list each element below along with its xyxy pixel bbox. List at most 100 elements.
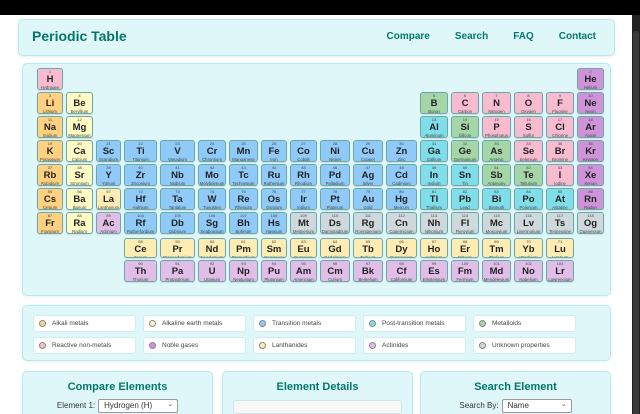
element-cell-rn[interactable]: 86 Rn Radon [577, 188, 604, 210]
element-cell-fm[interactable]: 100 Fm Fermium [451, 260, 479, 282]
element-cell-yb[interactable]: 70 Yb Ytterbium [514, 238, 543, 258]
element-cell-si[interactable]: 14 Si Silicon [451, 116, 479, 138]
element-cell-zr[interactable]: 40 Zr Zirconium [124, 164, 157, 186]
element-cell-th[interactable]: 90 Th Thorium [124, 260, 157, 282]
element-cell-la[interactable]: 57 La Lanthanum [96, 188, 121, 210]
element-cell-db[interactable]: 105 Db Dubnium [160, 212, 195, 234]
element-cell-cr[interactable]: 24 Cr Chromium [198, 140, 226, 162]
element-cell-cn[interactable]: 112 Cn Copernicium [386, 212, 417, 234]
element-cell-xe[interactable]: 54 Xe Xenon [577, 164, 604, 186]
nav-search[interactable]: Search [455, 31, 488, 42]
element-cell-nh[interactable]: 113 Nh Nihonium [420, 212, 448, 234]
legend-item-noble[interactable]: Noble gases [143, 337, 246, 354]
element-cell-fe[interactable]: 26 Fe Iron [261, 140, 287, 162]
element-cell-u[interactable]: 92 U Uranium [198, 260, 226, 282]
element-cell-lv[interactable]: 116 Lv Livermorium [514, 212, 543, 234]
element-cell-pm[interactable]: 61 Pm Promethium [229, 238, 258, 258]
element-cell-po[interactable]: 84 Po Polonium [514, 188, 543, 210]
element-cell-sr[interactable]: 38 Sr Strontium [66, 164, 93, 186]
element-cell-hf[interactable]: 72 Hf Hafnium [124, 188, 157, 210]
element-cell-lu[interactable]: 71 Lu Lutetium [546, 238, 574, 258]
element-cell-ir[interactable]: 77 Ir Iridium [290, 188, 317, 210]
legend-item-alkaline[interactable]: Alkaline earth metals [143, 315, 246, 332]
element-cell-og[interactable]: 118 Og Oganesson [577, 212, 604, 234]
element-cell-sb[interactable]: 51 Sb Antimony [482, 164, 511, 186]
legend-item-post[interactable]: Post-transition metals [363, 315, 466, 332]
element-cell-tl[interactable]: 81 Tl Thallium [420, 188, 448, 210]
element-cell-co[interactable]: 27 Co Cobalt [290, 140, 317, 162]
element-cell-ta[interactable]: 73 Ta Tantalum [160, 188, 195, 210]
element-cell-rb[interactable]: 37 Rb Rubidium [37, 164, 63, 186]
element-cell-as[interactable]: 33 As Arsenic [482, 140, 511, 162]
element-cell-kr[interactable]: 36 Kr Krypton [577, 140, 604, 162]
element-cell-er[interactable]: 68 Er Erbium [451, 238, 479, 258]
element-cell-tb[interactable]: 65 Tb Terbium [353, 238, 383, 258]
element-cell-rg[interactable]: 111 Rg Roentgenium [353, 212, 383, 234]
nav-compare[interactable]: Compare [386, 31, 429, 42]
element-cell-fl[interactable]: 114 Fl Flerovium [451, 212, 479, 234]
search-by-select[interactable]: Name [501, 399, 572, 413]
element-cell-w[interactable]: 74 W Tungsten [198, 188, 226, 210]
element-cell-gd[interactable]: 64 Gd Gadolinium [320, 238, 350, 258]
element-cell-np[interactable]: 93 Np Neptunium [229, 260, 258, 282]
element-cell-at[interactable]: 85 At Astatine [546, 188, 574, 210]
element-cell-s[interactable]: 16 S Sulfur [514, 116, 543, 138]
element-cell-mo[interactable]: 42 Mo Molybdenum [198, 164, 226, 186]
element-cell-hg[interactable]: 80 Hg Mercury [386, 188, 417, 210]
element-cell-o[interactable]: 8 O Oxygen [514, 92, 543, 114]
element-cell-ga[interactable]: 31 Ga Gallium [420, 140, 448, 162]
element-cell-y[interactable]: 39 Y Yttrium [96, 164, 121, 186]
element-cell-zn[interactable]: 30 Zn Zinc [386, 140, 417, 162]
legend-item-transition[interactable]: Transition metals [253, 315, 356, 332]
legend-item-nonmetal[interactable]: Reactive non-metals [33, 337, 136, 354]
element-cell-lr[interactable]: 103 Lr Lawrencium [546, 260, 574, 282]
element-cell-fr[interactable]: 87 Fr Francium [37, 212, 63, 234]
element-cell-ni[interactable]: 28 Ni Nickel [320, 140, 350, 162]
element-cell-in[interactable]: 49 In Indium [420, 164, 448, 186]
element-cell-i[interactable]: 53 I Iodine [546, 164, 574, 186]
element-cell-li[interactable]: 3 Li Lithium [37, 92, 63, 114]
element-cell-he[interactable]: 2 He Helium [577, 68, 604, 90]
element-cell-bi[interactable]: 83 Bi Bismuth [482, 188, 511, 210]
element-cell-pb[interactable]: 82 Pb Lead [451, 188, 479, 210]
element-cell-hs[interactable]: 108 Hs Hassium [261, 212, 287, 234]
element-cell-ce[interactable]: 58 Ce Cerium [124, 238, 157, 258]
element-cell-nb[interactable]: 41 Nb Niobium [160, 164, 195, 186]
element-cell-al[interactable]: 13 Al Aluminum [420, 116, 448, 138]
element-cell-br[interactable]: 35 Br Bromine [546, 140, 574, 162]
element-cell-pd[interactable]: 46 Pd Palladium [320, 164, 350, 186]
element-cell-p[interactable]: 15 P Phosphorus [482, 116, 511, 138]
element-cell-os[interactable]: 76 Os Osmium [261, 188, 287, 210]
element-cell-n[interactable]: 7 N Nitrogen [482, 92, 511, 114]
legend-item-metalloid[interactable]: Metalloids [473, 315, 576, 332]
legend-item-lanthanide[interactable]: Lanthanides [253, 337, 356, 354]
element-cell-rf[interactable]: 104 Rf Rutherfordium [124, 212, 157, 234]
element-cell-c[interactable]: 6 C Carbon [451, 92, 479, 114]
element-cell-bk[interactable]: 97 Bk Berkelium [353, 260, 383, 282]
legend-item-unknown[interactable]: Unknown properties [473, 337, 576, 354]
element-cell-re[interactable]: 75 Re Rhenium [229, 188, 258, 210]
element-cell-rh[interactable]: 45 Rh Rhodium [290, 164, 317, 186]
element-cell-pr[interactable]: 59 Pr Praseodymium [160, 238, 195, 258]
element-cell-cd[interactable]: 48 Cd Cadmium [386, 164, 417, 186]
site-title[interactable]: Periodic Table [32, 28, 127, 44]
element-cell-pa[interactable]: 91 Pa Protactinium [160, 260, 195, 282]
element-cell-sn[interactable]: 50 Sn Tin [451, 164, 479, 186]
element-cell-ra[interactable]: 88 Ra Radium [66, 212, 93, 234]
element-cell-h[interactable]: 1 H Hydrogen [37, 68, 63, 90]
element-cell-na[interactable]: 11 Na Sodium [37, 116, 63, 138]
element-cell-eu[interactable]: 63 Eu Europium [290, 238, 317, 258]
element-cell-te[interactable]: 52 Te Tellurium [514, 164, 543, 186]
element1-select[interactable]: Hydrogen (H) [98, 399, 179, 413]
element-cell-ru[interactable]: 44 Ru Ruthenium [261, 164, 287, 186]
scrollbar[interactable] [632, 15, 640, 414]
element-cell-bh[interactable]: 107 Bh Bohrium [229, 212, 258, 234]
element-cell-cm[interactable]: 96 Cm Curium [320, 260, 350, 282]
element-cell-ti[interactable]: 22 Ti Titanium [124, 140, 157, 162]
element-cell-no[interactable]: 102 No Nobelium [514, 260, 543, 282]
element-cell-f[interactable]: 9 F Fluorine [546, 92, 574, 114]
element-cell-ag[interactable]: 47 Ag Silver [353, 164, 383, 186]
element-cell-cu[interactable]: 29 Cu Copper [353, 140, 383, 162]
nav-contact[interactable]: Contact [559, 31, 596, 42]
element-cell-cf[interactable]: 98 Cf Californium [386, 260, 417, 282]
